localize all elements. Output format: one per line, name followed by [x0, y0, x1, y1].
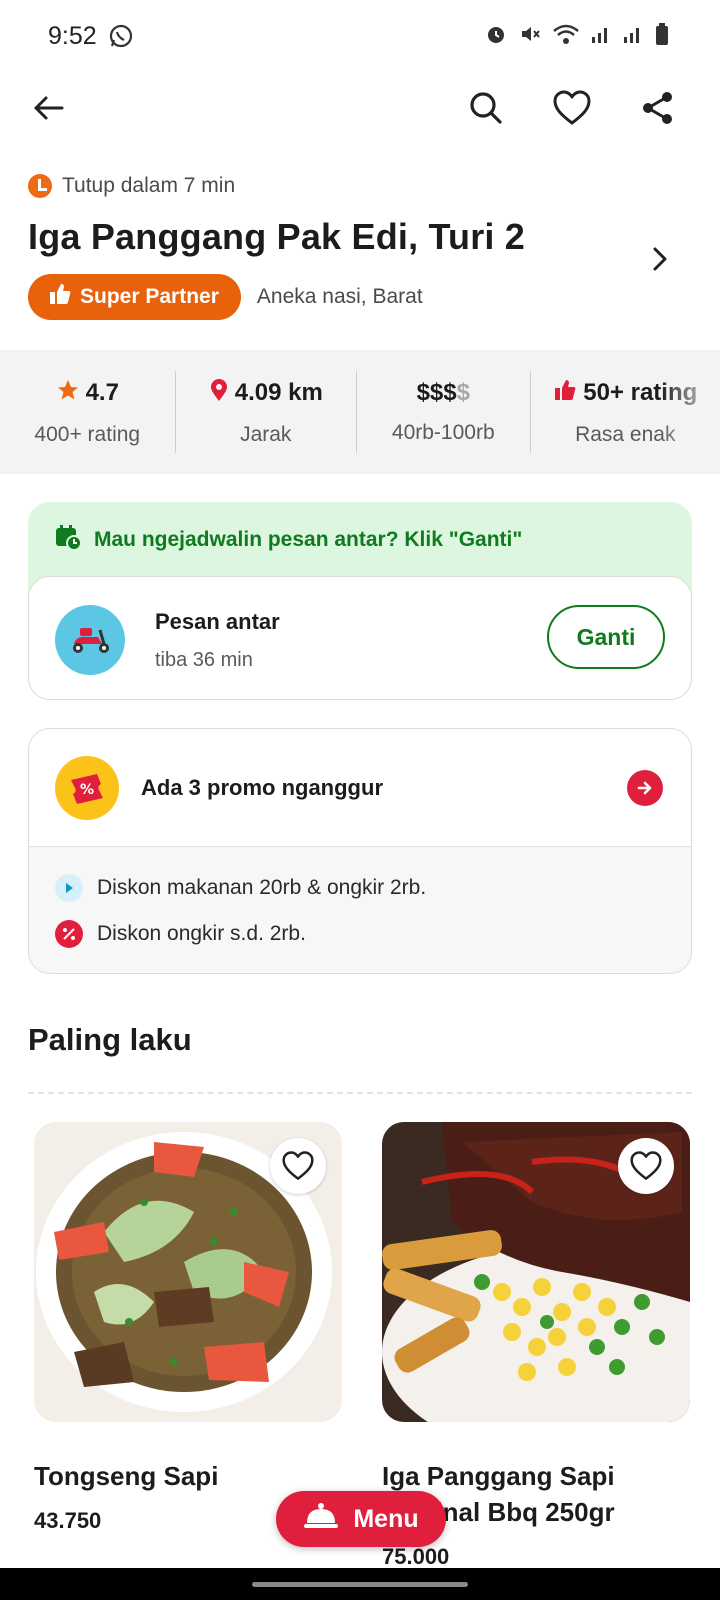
percent-badge-icon: [55, 920, 83, 948]
cuisine-label: Aneka nasi, Barat: [256, 285, 423, 308]
clock-icon: [28, 174, 52, 198]
stats-bar[interactable]: 4.7 400+ rating 4.09 km Jarak $$$ $ 40rb-…: [0, 350, 720, 474]
whatsapp-icon: [108, 23, 134, 54]
search-icon[interactable]: [458, 80, 514, 136]
status-time: 9:52: [48, 22, 97, 50]
scroll-fade: [660, 350, 720, 474]
battery-icon: [654, 22, 670, 51]
favorite-heart-icon[interactable]: [618, 1138, 674, 1194]
promo-list: Diskon makanan 20rb & ongkir 2rb. Diskon…: [29, 847, 691, 973]
price-label: 40rb-100rb: [391, 421, 495, 444]
calendar-clock-icon: [54, 523, 82, 557]
schedule-banner-text: Mau ngejadwalin pesan antar? Klik "Ganti…: [94, 528, 523, 551]
promo-title: Ada 3 promo nganggur: [141, 774, 383, 800]
delivery-title: Pesan antar: [155, 609, 280, 634]
rating-value: 4.7: [85, 379, 119, 406]
share-icon[interactable]: [630, 80, 686, 136]
back-arrow-icon[interactable]: [20, 80, 76, 136]
star-icon: [56, 378, 80, 409]
super-partner-label: Super Partner: [80, 285, 219, 308]
change-delivery-button[interactable]: Ganti: [547, 605, 665, 669]
promo-item-text: Diskon ongkir s.d. 2rb.: [97, 922, 306, 945]
play-discount-icon: [55, 874, 83, 902]
price-level-active: $$$: [416, 379, 457, 406]
home-indicator[interactable]: [252, 1582, 468, 1587]
closing-text: Tutup dalam 7 min: [62, 174, 236, 197]
super-partner-badge: Super Partner: [28, 274, 241, 320]
thumbs-up-icon: [48, 282, 72, 312]
distance-label: Jarak: [240, 422, 292, 446]
stat-rating[interactable]: 4.7 400+ rating: [0, 371, 176, 453]
food-image[interactable]: [34, 1122, 342, 1422]
distance-value: 4.09 km: [234, 379, 323, 406]
top-nav: [0, 80, 720, 140]
closing-time: Tutup dalam 7 min: [28, 174, 235, 198]
thumbs-up-red-icon: [553, 378, 577, 409]
food-image[interactable]: [382, 1122, 690, 1422]
stat-distance[interactable]: 4.09 km Jarak: [176, 371, 358, 453]
section-title: Paling laku: [28, 1022, 192, 1057]
arrow-right-icon[interactable]: [627, 770, 663, 806]
svg-text:%: %: [80, 782, 94, 798]
schedule-banner: Mau ngejadwalin pesan antar? Klik "Ganti…: [28, 502, 692, 578]
scooter-icon: [55, 605, 125, 675]
promo-item-text: Diskon makanan 20rb & ongkir 2rb.: [97, 876, 427, 899]
cloche-icon: [303, 1501, 339, 1538]
food-price: 75.000: [382, 1544, 450, 1569]
status-icons: [484, 22, 670, 51]
menu-label: Menu: [353, 1504, 419, 1533]
wifi-icon: [552, 22, 580, 51]
signal-icon: [590, 23, 612, 50]
stat-price[interactable]: $$$ $ 40rb-100rb: [357, 371, 531, 453]
navigation-bar: [0, 1568, 720, 1600]
delivery-option: Pesan antar tiba 36 min Ganti: [28, 576, 692, 700]
food-name: Tongseng Sapi: [34, 1461, 219, 1491]
rating-label: 400+ rating: [34, 422, 141, 446]
alarm-icon: [484, 22, 508, 51]
badge-row: Super Partner Aneka nasi, Barat: [28, 274, 423, 320]
chevron-right-icon[interactable]: [650, 244, 670, 279]
food-card[interactable]: Tongseng Sapi 43.750: [34, 1122, 342, 1534]
discount-ticket-icon: %: [55, 755, 119, 820]
delivery-eta: tiba 36 min: [155, 649, 253, 671]
promo-item: Diskon makanan 20rb & ongkir 2rb.: [55, 865, 665, 911]
price-level-inactive: $: [456, 379, 470, 406]
favorite-heart-icon[interactable]: [544, 80, 600, 136]
menu-button[interactable]: Menu: [276, 1491, 446, 1547]
schedule-card: Mau ngejadwalin pesan antar? Klik "Ganti…: [28, 502, 692, 700]
location-pin-icon: [209, 378, 229, 409]
status-bar: 9:52: [0, 0, 720, 72]
favorite-heart-icon[interactable]: [270, 1138, 326, 1194]
mute-icon: [518, 22, 542, 51]
restaurant-name[interactable]: Iga Panggang Pak Edi, Turi 2: [28, 216, 525, 258]
promo-card[interactable]: % Ada 3 promo nganggur Diskon makanan 20…: [28, 728, 692, 974]
promo-item: Diskon ongkir s.d. 2rb.: [55, 911, 665, 957]
signal-icon-2: [622, 23, 644, 50]
promo-header[interactable]: % Ada 3 promo nganggur: [29, 729, 691, 847]
section-divider: [28, 1092, 692, 1094]
